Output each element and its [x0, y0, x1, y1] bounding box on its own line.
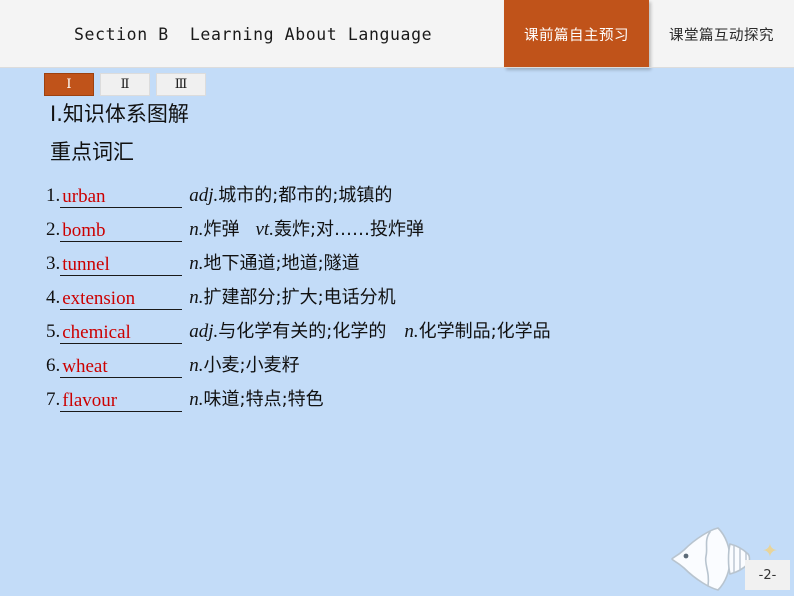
vocab-answer-word: chemical	[62, 322, 131, 343]
vocab-part-of-speech: n.	[189, 287, 204, 308]
vocab-row-2: 2. bomb n. 炸弹 vt. 轰炸;对……投炸弹	[46, 215, 794, 249]
vocab-definition: 地下通道;地道;隧道	[203, 253, 360, 274]
vocab-answer-word: wheat	[62, 356, 108, 377]
vocab-answer-word: extension	[62, 288, 136, 309]
vocab-definition: 与化学有关的;化学的	[218, 321, 387, 342]
header-tab-classroom[interactable]: 课堂篇互动探究	[649, 0, 794, 68]
page-header: Section B Learning About Language 课前篇自主预…	[0, 0, 794, 68]
vocab-blank[interactable]: flavour	[60, 389, 183, 412]
vocab-number: 7.	[46, 389, 61, 410]
vocab-definition: 小麦;小麦籽	[203, 355, 300, 376]
vocab-number: 1.	[46, 185, 61, 206]
vocab-number: 5.	[46, 321, 61, 342]
vocabulary-list: 1. urban adj. 城市的;都市的;城镇的 2. bomb n. 炸弹 vt…	[0, 181, 794, 419]
page-title: Section B Learning About Language	[74, 24, 433, 44]
vocab-definition-2: 化学制品;化学品	[418, 321, 551, 342]
vocab-row-1: 1. urban adj. 城市的;都市的;城镇的	[46, 181, 794, 215]
vocab-blank[interactable]: tunnel	[60, 253, 183, 276]
vocab-answer-word: flavour	[62, 390, 118, 411]
vocab-definition: 扩建部分;扩大;电话分机	[203, 287, 396, 308]
vocab-blank[interactable]: urban	[60, 185, 183, 208]
vocab-part-of-speech-2: vt.	[255, 219, 274, 240]
vocab-definition: 炸弹	[203, 219, 240, 240]
numeral-tab-2[interactable]: Ⅱ	[100, 73, 150, 96]
vocab-blank[interactable]: wheat	[60, 355, 183, 378]
vocab-part-of-speech: n.	[189, 389, 204, 410]
vocab-row-7: 7. flavour n. 味道;特点;特色	[46, 385, 794, 419]
vocab-answer-word: tunnel	[62, 254, 110, 275]
vocab-part-of-speech: adj.	[189, 185, 219, 206]
vocab-blank[interactable]: chemical	[60, 321, 183, 344]
vocab-row-3: 3. tunnel n. 地下通道;地道;隧道	[46, 249, 794, 283]
header-tab-preview[interactable]: 课前篇自主预习	[504, 0, 649, 68]
vocab-number: 3.	[46, 253, 61, 274]
vocab-part-of-speech: n.	[189, 253, 204, 274]
vocab-row-5: 5. chemical adj. 与化学有关的;化学的 n. 化学制品;化学品	[46, 317, 794, 351]
header-divider	[0, 67, 794, 68]
vocab-number: 2.	[46, 219, 61, 240]
numeral-tab-3[interactable]: Ⅲ	[156, 73, 206, 96]
vocab-answer-word: bomb	[62, 220, 106, 241]
vocab-part-of-speech: n.	[189, 355, 204, 376]
vocab-definition: 味道;特点;特色	[203, 389, 324, 410]
numeral-tab-1[interactable]: Ⅰ	[44, 73, 94, 96]
vocab-blank[interactable]: extension	[60, 287, 183, 310]
vocab-answer-word: urban	[62, 186, 106, 207]
section-heading: Ⅰ.知识体系图解	[50, 102, 189, 126]
vocab-row-4: 4. extension n. 扩建部分;扩大;电话分机	[46, 283, 794, 317]
vocab-part-of-speech: adj.	[189, 321, 219, 342]
subsection-heading: 重点词汇	[50, 140, 134, 164]
header-tab-group: 课前篇自主预习 课堂篇互动探究	[504, 0, 794, 68]
vocab-blank[interactable]: bomb	[60, 219, 183, 242]
vocab-part-of-speech-2: n.	[404, 321, 419, 342]
main-content: Ⅰ.知识体系图解 重点词汇 1. urban adj. 城市的;都市的;城镇的 2…	[0, 104, 794, 419]
vocab-number: 6.	[46, 355, 61, 376]
page-number: -2-	[745, 560, 790, 590]
vocab-definition-2: 轰炸;对……投炸弹	[273, 219, 425, 240]
vocab-number: 4.	[46, 287, 61, 308]
vocab-part-of-speech: n.	[189, 219, 204, 240]
numeral-tab-group: Ⅰ Ⅱ Ⅲ	[44, 73, 206, 96]
vocab-row-6: 6. wheat n. 小麦;小麦籽	[46, 351, 794, 385]
vocab-definition: 城市的;都市的;城镇的	[218, 185, 393, 206]
